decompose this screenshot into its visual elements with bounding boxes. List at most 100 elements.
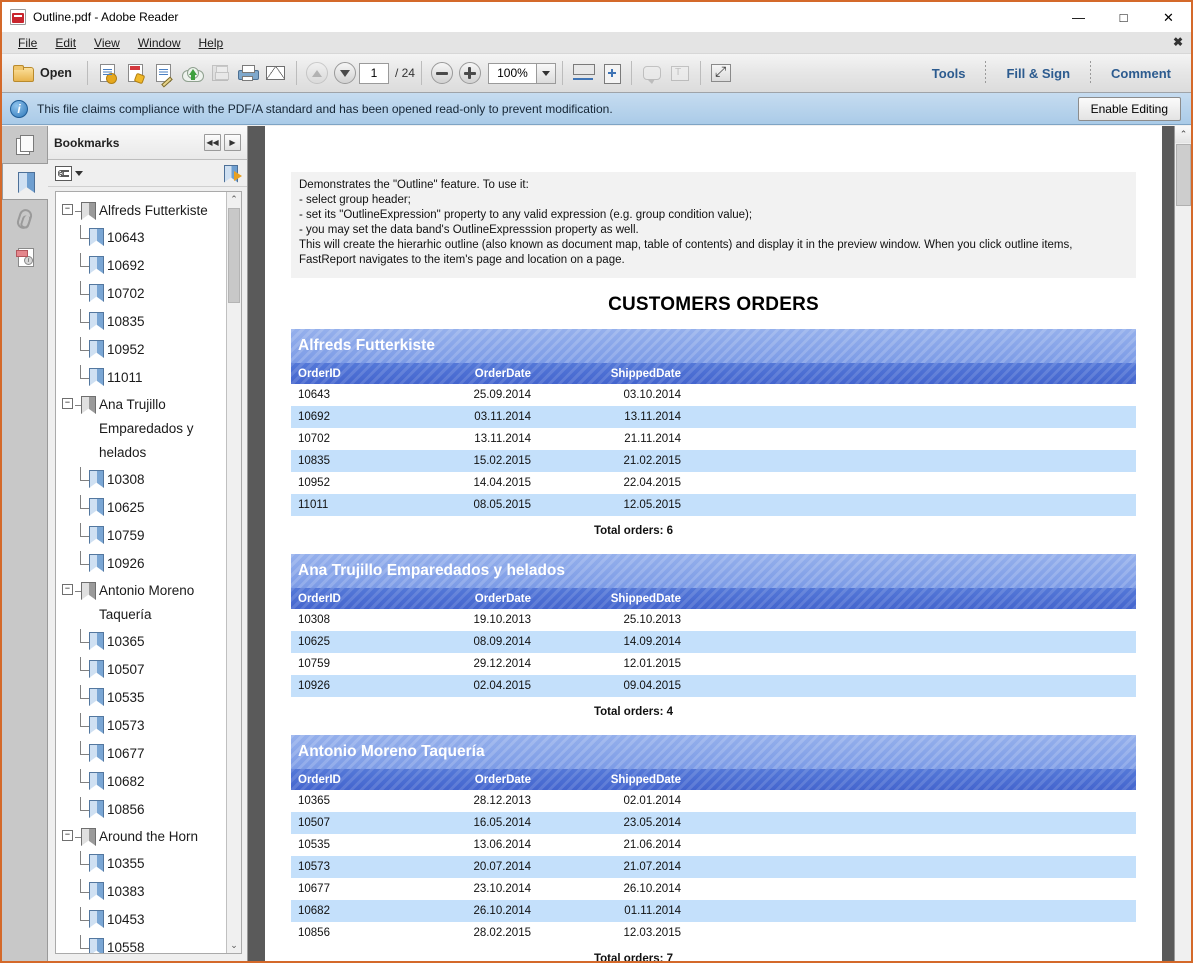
export-pdf-icon[interactable] — [122, 59, 150, 87]
fill-and-sign-button[interactable]: Fill & Sign — [992, 54, 1084, 92]
sidebar-item-page-thumbnails[interactable] — [3, 126, 47, 163]
bookmark-group-row[interactable]: − Alfreds Futterkiste — [62, 198, 226, 224]
bookmark-item-row[interactable]: 10558 — [62, 934, 226, 953]
tree-connector — [80, 769, 89, 783]
group-total-label: Total orders: 4 — [593, 706, 674, 718]
bookmark-item-row[interactable]: 10308 — [62, 466, 226, 494]
options-menu-icon[interactable] — [55, 165, 72, 181]
bookmark-item-label: 10835 — [107, 314, 145, 329]
tree-connector — [80, 879, 89, 893]
menu-edit[interactable]: Edit — [47, 34, 84, 52]
document-scrollbar[interactable]: ⌃ — [1174, 126, 1191, 961]
close-document-icon[interactable]: ✖ — [1173, 35, 1183, 49]
menu-view[interactable]: View — [86, 34, 128, 52]
comment-button[interactable]: Comment — [1097, 54, 1185, 92]
table-cell-shipped-date: 03.10.2014 — [623, 389, 681, 401]
bookmark-item-row[interactable]: 10952 — [62, 336, 226, 364]
open-button[interactable]: Open — [8, 62, 81, 84]
bookmark-group-row[interactable]: − Around the Horn — [62, 824, 226, 850]
zoom-level-input[interactable]: 100% — [487, 62, 536, 84]
scroll-down-icon[interactable]: ⌄ — [226, 938, 241, 953]
bookmark-item-row[interactable]: 10643 — [62, 224, 226, 252]
bookmark-item-row[interactable]: 10856 — [62, 796, 226, 824]
bookmark-item-row[interactable]: 10702 — [62, 280, 226, 308]
create-pdf-icon[interactable] — [94, 59, 122, 87]
expander-toggle-icon[interactable]: − — [62, 204, 73, 215]
bookmark-item-row[interactable]: 10453 — [62, 906, 226, 934]
table-row: 10952 14.04.2015 22.04.2015 — [291, 472, 1136, 494]
bookmark-item-row[interactable]: 10507 — [62, 656, 226, 684]
minimize-button[interactable]: — — [1056, 2, 1101, 32]
sidebar-item-attachments[interactable] — [3, 200, 47, 237]
menu-file[interactable]: File — [10, 34, 45, 52]
bookmark-item-row[interactable]: 10573 — [62, 712, 226, 740]
edit-pdf-icon[interactable] — [150, 59, 178, 88]
menu-window[interactable]: Window — [130, 34, 189, 52]
email-icon[interactable] — [262, 59, 290, 87]
fit-page-icon[interactable] — [597, 59, 625, 87]
zoom-control: 100% — [487, 62, 556, 84]
read-mode-icon[interactable] — [707, 59, 735, 87]
tools-button[interactable]: Tools — [918, 54, 980, 92]
bookmark-item-row[interactable]: 11011 — [62, 364, 226, 392]
table-cell-order-date: 23.10.2014 — [473, 883, 531, 895]
chevron-down-icon[interactable] — [75, 170, 83, 176]
bookmark-item-row[interactable]: 10682 — [62, 768, 226, 796]
maximize-button[interactable]: □ — [1101, 2, 1146, 32]
bookmark-icon — [81, 828, 94, 844]
bookmarks-scrollbar[interactable]: ⌃ ⌄ — [226, 192, 241, 953]
bookmark-group-row[interactable]: − Ana Trujillo Emparedados y helados — [62, 392, 226, 466]
bookmark-group-row[interactable]: − Antonio Moreno Taquería — [62, 578, 226, 628]
zoom-in-icon[interactable] — [456, 59, 484, 87]
adobe-reader-window: Outline.pdf - Adobe Reader — □ ✕ File Ed… — [0, 0, 1193, 963]
bookmark-item-row[interactable]: 10759 — [62, 522, 226, 550]
expand-panel-button[interactable]: ▶ — [224, 134, 241, 151]
description-line: - you may set the data band's OutlineExp… — [299, 224, 639, 236]
scrollbar-thumb[interactable] — [228, 208, 240, 303]
scroll-up-icon[interactable]: ⌃ — [1175, 126, 1191, 143]
bookmark-icon — [89, 312, 102, 328]
table-row: 11011 08.05.2015 12.05.2015 — [291, 494, 1136, 516]
collapse-panel-button[interactable]: ◀◀ — [204, 134, 221, 151]
bookmark-icon — [89, 554, 102, 570]
bookmarks-tree: − Alfreds Futterkiste 10643 10692 10702 10835… — [56, 192, 226, 953]
enable-editing-button[interactable]: Enable Editing — [1077, 96, 1181, 121]
next-page-icon[interactable] — [331, 59, 359, 87]
scrollbar-thumb[interactable] — [1176, 144, 1191, 206]
chevron-down-icon — [541, 70, 550, 76]
scroll-up-icon[interactable]: ⌃ — [226, 192, 241, 207]
bookmark-item-row[interactable]: 10383 — [62, 878, 226, 906]
close-button[interactable]: ✕ — [1146, 2, 1191, 32]
bookmark-item-row[interactable]: 10926 — [62, 550, 226, 578]
bookmark-item-row[interactable]: 10535 — [62, 684, 226, 712]
zoom-dropdown-button[interactable] — [535, 62, 556, 84]
sidebar-item-bookmarks[interactable] — [2, 163, 48, 200]
bookmark-item-label: 10453 — [107, 912, 145, 927]
bookmark-item-row[interactable]: 10355 — [62, 850, 226, 878]
pdf-page: Demonstrates the "Outline" feature. To u… — [265, 126, 1162, 961]
page-number-input[interactable]: 1 — [358, 62, 389, 84]
bookmark-item-row[interactable]: 10625 — [62, 494, 226, 522]
expander-toggle-icon[interactable]: − — [62, 584, 73, 595]
expander-toggle-icon[interactable]: − — [62, 830, 73, 841]
new-bookmark-icon[interactable] — [224, 165, 242, 182]
bookmark-item-row[interactable]: 10692 — [62, 252, 226, 280]
window-controls: — □ ✕ — [1056, 2, 1191, 32]
print-icon[interactable] — [234, 59, 262, 87]
zoom-out-icon[interactable] — [428, 59, 456, 87]
table-row: 10692 03.11.2014 13.11.2014 — [291, 406, 1136, 428]
page-total-label: / 24 — [394, 66, 415, 80]
bookmark-item-label: 10926 — [107, 556, 145, 571]
order-groups: Alfreds Futterkiste OrderID OrderDate Shipp… — [265, 329, 1162, 961]
fit-width-icon[interactable] — [569, 59, 597, 87]
bookmark-item-row[interactable]: 10677 — [62, 740, 226, 768]
bookmark-item-row[interactable]: 10365 — [62, 628, 226, 656]
document-scroll-area[interactable]: Demonstrates the "Outline" feature. To u… — [248, 126, 1174, 961]
bookmark-item-row[interactable]: 10835 — [62, 308, 226, 336]
upload-cloud-icon[interactable] — [178, 59, 206, 87]
menu-help[interactable]: Help — [191, 34, 232, 52]
column-header-cell: ShippedDate — [610, 773, 681, 786]
expander-toggle-icon[interactable]: − — [62, 398, 73, 409]
table-cell-order-date: 29.12.2014 — [473, 658, 531, 670]
sidebar-item-signatures[interactable]: i — [3, 237, 47, 274]
